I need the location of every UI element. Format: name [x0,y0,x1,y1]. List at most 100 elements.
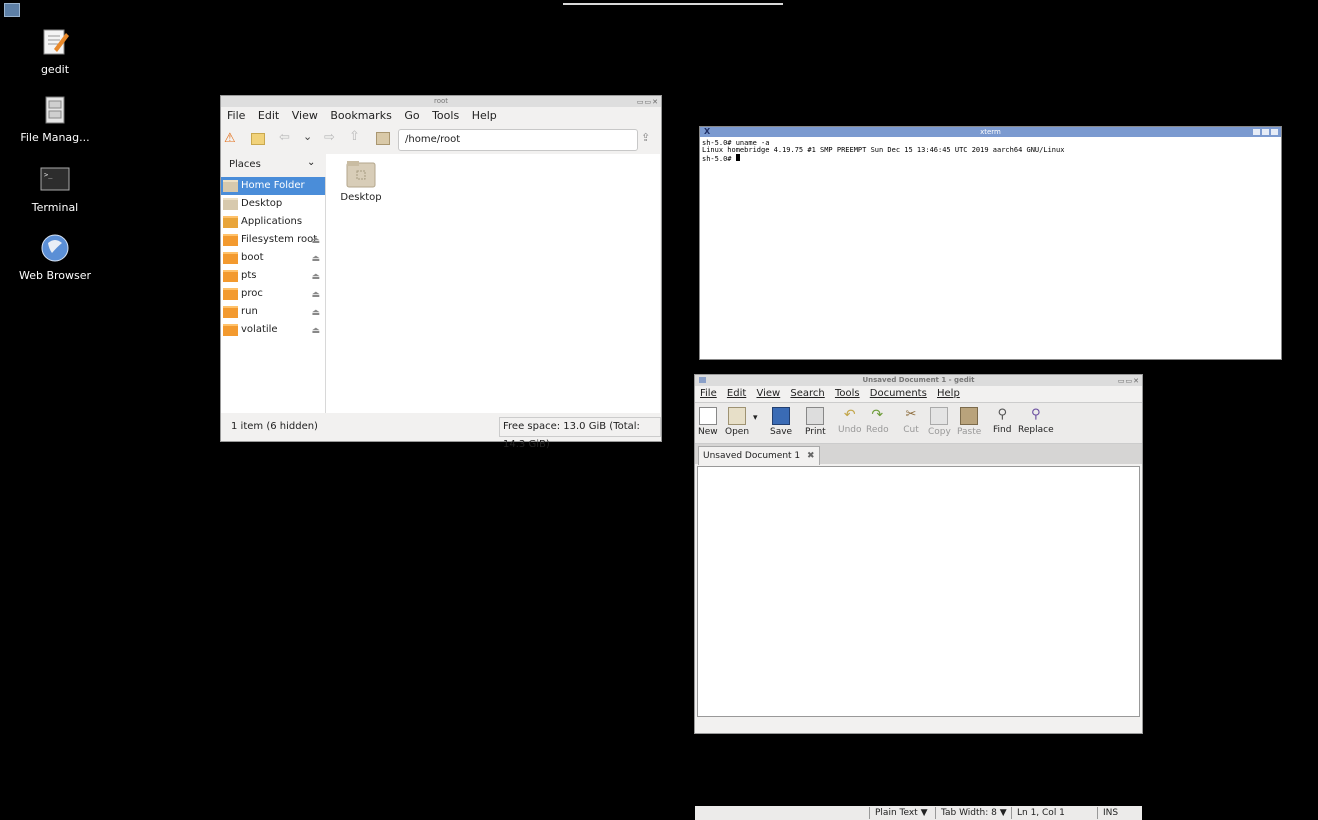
redo-button[interactable]: ↷ Redo [866,407,889,435]
new-tab-icon[interactable] [251,133,265,145]
print-button[interactable]: Print [805,407,826,437]
menu-documents[interactable]: Documents [870,388,927,399]
gedit-titlebar[interactable]: Unsaved Document 1 - gedit ▭▭✕ [695,375,1142,386]
cut-button[interactable]: ✂ Cut [903,407,919,435]
tab-label: Unsaved Document 1 [703,451,801,461]
find-button[interactable]: ⚲ Find [993,407,1011,435]
show-desktop-button[interactable] [4,3,20,17]
menu-help[interactable]: Help [937,388,960,399]
chevron-down-icon[interactable]: ⌄ [303,130,312,143]
terminal-line: sh-5.0# [702,155,736,163]
menu-bookmarks[interactable]: Bookmarks [330,109,391,122]
places-header[interactable]: Places ⌄ [221,154,325,176]
xterm-titlebar[interactable]: X xterm [700,127,1281,137]
drive-icon [223,324,238,336]
open-button[interactable]: Open [725,407,749,437]
place-boot[interactable]: boot ⏏ [221,249,325,267]
place-filesystem-root[interactable]: Filesystem root ⏏ [221,231,325,249]
eject-icon[interactable]: ⏏ [311,286,320,304]
desktop-icon-terminal[interactable]: >_ Terminal [5,165,105,214]
toolbar-label: Find [993,425,1012,435]
eject-icon[interactable]: ⏏ [311,232,320,250]
tab-width-selector[interactable]: Tab Width: 8 ▼ [935,807,1011,819]
file-item-desktop[interactable]: Desktop [336,160,386,203]
toolbar-label: Paste [957,427,982,437]
back-arrow-icon[interactable]: ⇦ [279,130,290,145]
window-controls[interactable]: ▭▭✕ [637,97,659,108]
desktop-icon-gedit[interactable]: gedit [5,27,105,76]
language-selector[interactable]: Plain Text ▼ [869,807,935,819]
place-label: proc [241,288,263,299]
cursor-position: Ln 1, Col 1 [1011,807,1087,819]
undo-button[interactable]: ↶ Undo [838,407,862,435]
drive-icon [223,306,238,318]
file-manager-statusbar: 1 item (6 hidden) Free space: 13.0 GiB (… [221,414,661,450]
place-label: Home Folder [241,180,305,191]
place-desktop[interactable]: Desktop [221,195,325,213]
status-label: Plain Text [875,808,918,818]
undo-icon: ↶ [843,407,856,423]
eject-icon[interactable]: ⏏ [311,250,320,268]
place-run[interactable]: run ⏏ [221,303,325,321]
web-browser-icon [40,233,70,263]
new-document-icon [698,407,717,425]
go-icon[interactable]: ⇪ [641,131,650,144]
scissors-icon: ✂ [905,407,917,422]
file-manager-titlebar[interactable]: root ▭▭✕ [221,96,661,107]
forward-arrow-icon[interactable]: ⇨ [324,130,335,145]
open-dropdown-button[interactable]: ▾ [753,413,758,423]
magnifier-icon: ⚲ [997,407,1007,422]
menu-file[interactable]: File [700,388,717,399]
menu-tools[interactable]: Tools [835,388,860,399]
menu-help[interactable]: Help [472,109,497,122]
menu-view[interactable]: View [292,109,318,122]
clipboard-icon [960,407,979,425]
toolbar-label: Undo [838,425,862,435]
new-button[interactable]: New [698,407,718,437]
place-pts[interactable]: pts ⏏ [221,267,325,285]
window-controls[interactable] [1251,128,1279,136]
toolbar-label: Copy [928,427,951,437]
save-button[interactable]: Save [770,407,792,437]
desktop-folder-icon [223,198,238,210]
close-tab-icon[interactable]: ✖ [807,451,815,461]
desktop-icon-web-browser[interactable]: Web Browser [5,233,105,282]
place-volatile[interactable]: volatile ⏏ [221,321,325,339]
item-count: 1 item (6 hidden) [231,421,318,432]
place-label: pts [241,270,257,281]
drive-icon [223,288,238,300]
applications-icon [223,216,238,228]
menu-edit[interactable]: Edit [727,388,746,399]
menu-view[interactable]: View [756,388,780,399]
window-controls[interactable]: ▭▭✕ [1118,376,1140,387]
menu-file[interactable]: File [227,109,245,122]
cursor [735,154,740,161]
replace-button[interactable]: ⚲ Replace [1018,407,1054,435]
place-proc[interactable]: proc ⏏ [221,285,325,303]
place-label: boot [241,252,264,263]
eject-icon[interactable]: ⏏ [311,304,320,322]
eject-icon[interactable]: ⏏ [311,268,320,286]
eject-icon[interactable]: ⏏ [311,322,320,340]
menu-edit[interactable]: Edit [258,109,279,122]
place-applications[interactable]: Applications [221,213,325,231]
place-home-folder[interactable]: Home Folder [221,177,325,195]
menu-go[interactable]: Go [404,109,419,122]
up-arrow-icon[interactable]: ⇧ [349,129,360,144]
open-folder-icon [728,407,747,425]
text-editor-area[interactable] [697,466,1140,717]
paste-button[interactable]: Paste [957,407,981,437]
terminal-output[interactable]: sh-5.0# uname -a Linux homebridge 4.19.75… [700,137,1281,166]
menu-tools[interactable]: Tools [432,109,459,122]
xterm-window: X xterm sh-5.0# uname -a Linux homebridge… [699,126,1282,360]
chevron-down-icon: ▾ [753,413,758,423]
copy-button[interactable]: Copy [928,407,951,437]
tab-unsaved-document-1[interactable]: Unsaved Document 1 ✖ [698,446,820,465]
file-item-label: Desktop [340,192,382,203]
address-bar[interactable]: /home/root [398,129,638,151]
desktop-icon-file-manager[interactable]: File Manag... [5,95,105,144]
places-label: Places [229,159,261,170]
toolbar-label: Print [805,427,826,437]
menu-search[interactable]: Search [790,388,824,399]
home-folder-icon[interactable] [376,132,390,145]
